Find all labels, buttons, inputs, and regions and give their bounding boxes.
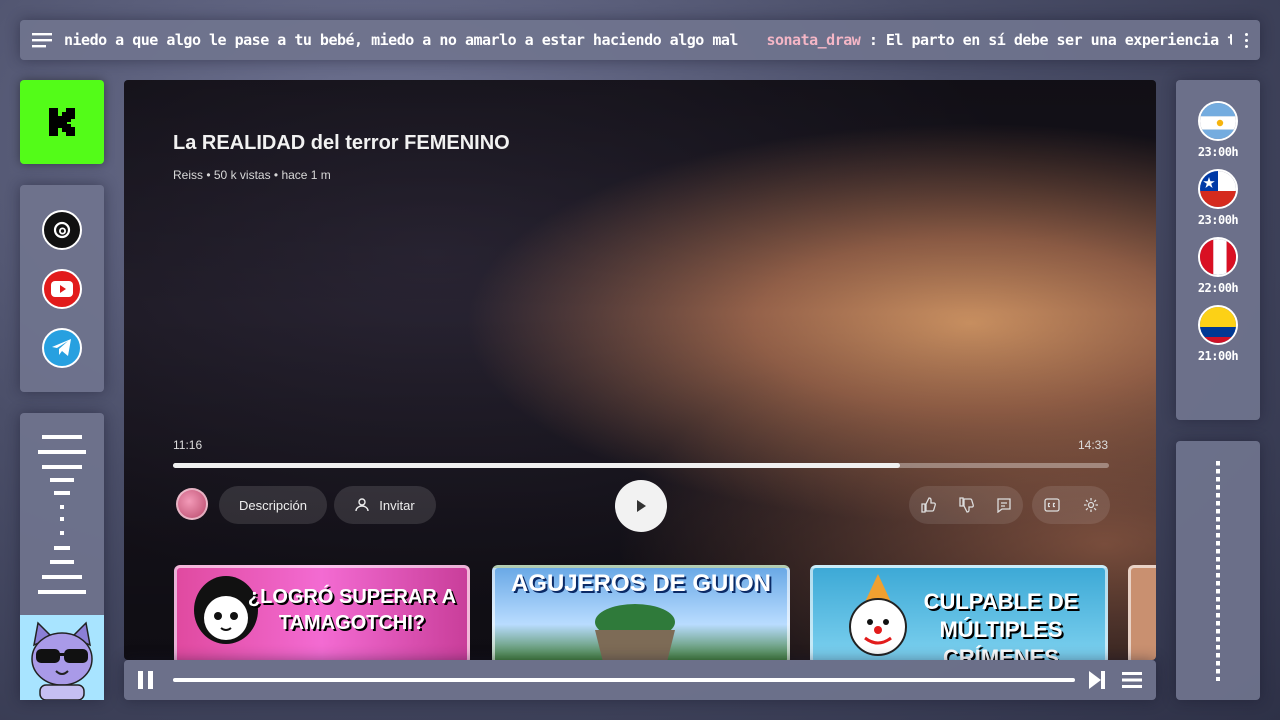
equalizer-bar <box>42 465 82 469</box>
play-button[interactable] <box>615 480 667 532</box>
skip-next-icon[interactable] <box>1088 670 1106 695</box>
video-stats: • 50 k vistas • hace 1 m <box>203 168 331 182</box>
cat-avatar <box>20 615 104 700</box>
thumbnail-island <box>595 604 675 660</box>
dotted-divider <box>1216 461 1220 681</box>
thumbs-up-icon[interactable] <box>909 486 947 524</box>
thumbs-down-icon[interactable] <box>947 486 985 524</box>
add-person-icon <box>355 498 369 512</box>
clock-argentina: 23:00h <box>1197 101 1239 159</box>
thumbnail-title: CULPABLE DE MÚLTIPLES CRÍMENES <box>923 589 1079 660</box>
video-player[interactable]: La REALIDAD del terror FEMENINO Reiss • … <box>124 80 1156 660</box>
chat-ticker: niedo a que algo le pase a tu bebé, mied… <box>20 20 1260 60</box>
suggested-video-thumbnail[interactable] <box>1128 565 1156 660</box>
settings-buttons <box>1032 486 1110 524</box>
reaction-buttons <box>909 486 1023 524</box>
current-time: 11:16 <box>173 438 203 452</box>
playlist-progress-bar[interactable] <box>173 678 1075 682</box>
equalizer-bar <box>50 478 74 482</box>
clock-peru: 22:00h <box>1197 237 1239 295</box>
equalizer-bar <box>42 575 82 579</box>
kick-logo <box>20 80 104 164</box>
clock-chile: 23:00h <box>1197 169 1239 227</box>
video-progress-fill <box>173 463 901 468</box>
suggested-video-thumbnail[interactable]: ¿LOGRÓ SUPERAR A TAMAGOTCHI? <box>174 565 470 660</box>
chile-flag-icon <box>1197 169 1238 209</box>
description-button[interactable]: Descripción <box>219 486 327 524</box>
right-decor-panel <box>1176 441 1260 700</box>
equalizer-bar <box>42 435 82 439</box>
chat-username: sonata_draw <box>766 31 861 49</box>
suggested-video-thumbnail[interactable]: CULPABLE DE MÚLTIPLES CRÍMENES <box>810 565 1108 660</box>
video-progress-bar[interactable] <box>173 463 1109 468</box>
equalizer-bar <box>54 491 70 495</box>
chat-text: : El parto en sí debe ser una experienci… <box>868 31 1232 49</box>
clock-time: 22:00h <box>1197 281 1239 295</box>
video-meta: Reiss • 50 k vistas • hace 1 m <box>173 168 331 182</box>
social-links-panel <box>20 185 104 392</box>
timezone-clocks-panel: 23:00h 23:00h 22:00h 21:00h <box>1176 80 1260 420</box>
equalizer-bar <box>60 517 64 521</box>
equalizer-bar <box>60 531 64 535</box>
threads-icon[interactable] <box>42 210 82 250</box>
equalizer-bar <box>60 505 64 509</box>
invite-button[interactable]: Invitar <box>334 486 436 524</box>
video-title: La REALIDAD del terror FEMENINO <box>173 132 510 154</box>
equalizer-bar <box>50 560 74 564</box>
equalizer-bar <box>38 450 86 454</box>
invite-label: Invitar <box>379 497 415 513</box>
more-options-icon[interactable] <box>1232 20 1260 60</box>
colombia-flag-icon <box>1197 305 1238 345</box>
playlist-menu-icon[interactable] <box>1122 671 1142 694</box>
hamburger-menu-icon[interactable] <box>20 20 64 60</box>
youtube-icon[interactable] <box>42 269 82 309</box>
equalizer-bar <box>38 590 86 594</box>
argentina-flag-icon <box>1197 101 1238 141</box>
chat-messages: niedo a que algo le pase a tu bebé, mied… <box>64 31 1232 49</box>
chat-message: niedo a que algo le pase a tu bebé, mied… <box>64 31 738 49</box>
pause-icon[interactable] <box>136 670 156 695</box>
clock-colombia: 21:00h <box>1197 305 1239 363</box>
total-time: 14:33 <box>1077 438 1108 452</box>
equalizer-bar <box>54 546 70 550</box>
gear-icon[interactable] <box>1072 486 1110 524</box>
clock-time: 23:00h <box>1197 213 1239 227</box>
clock-time: 23:00h <box>1197 145 1239 159</box>
kick-k-icon <box>49 108 75 136</box>
telegram-icon[interactable] <box>42 328 82 368</box>
suggested-video-thumbnail[interactable]: AGUJEROS DE GUION <box>492 565 790 660</box>
peru-flag-icon <box>1197 237 1238 277</box>
play-icon <box>637 500 646 512</box>
clock-time: 21:00h <box>1197 349 1239 363</box>
description-label: Descripción <box>239 497 307 513</box>
thumbnail-title: AGUJEROS DE GUION <box>510 570 772 597</box>
channel-name: Reiss <box>173 168 204 182</box>
chat-message: sonata_draw : El parto en sí debe ser un… <box>766 31 1232 49</box>
captions-icon[interactable] <box>1033 486 1071 524</box>
channel-avatar[interactable] <box>176 488 208 520</box>
thumbnail-title: ¿LOGRÓ SUPERAR A TAMAGOTCHI? <box>247 586 457 634</box>
comments-icon[interactable] <box>985 486 1023 524</box>
player-control-bar <box>124 660 1156 700</box>
